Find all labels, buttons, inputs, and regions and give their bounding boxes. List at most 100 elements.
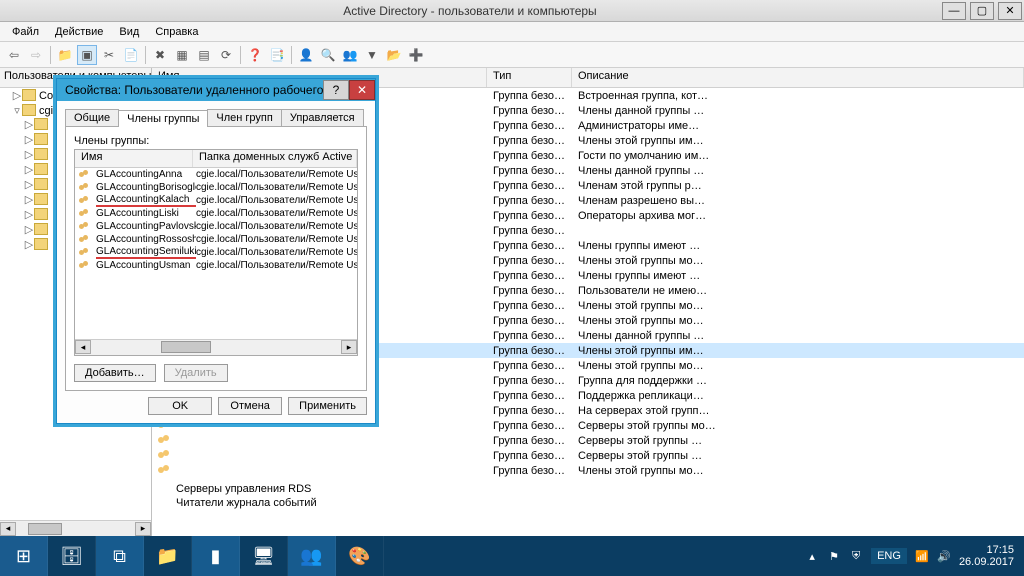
- member-row[interactable]: GLAccountingRossoshcgie.local/Пользовате…: [75, 233, 357, 246]
- close-button[interactable]: ✕: [998, 2, 1022, 20]
- task-aduc[interactable]: 👥: [288, 536, 336, 576]
- group-icon: [158, 434, 172, 446]
- tray-shield-icon[interactable]: ⛨: [849, 549, 863, 563]
- expand-icon[interactable]: ▷: [12, 89, 22, 102]
- scroll-left-icon[interactable]: ◂: [75, 340, 91, 354]
- member-row[interactable]: GLAccountingAnnacgie.local/Пользователи/…: [75, 168, 357, 181]
- expand-icon[interactable]: ▷: [24, 148, 34, 161]
- user-icon[interactable]: 👤: [296, 45, 316, 65]
- task-paint[interactable]: 🎨: [336, 536, 384, 576]
- expand-icon[interactable]: ▷: [24, 118, 34, 131]
- col-type[interactable]: Тип: [487, 68, 572, 87]
- maximize-button[interactable]: ▢: [970, 2, 994, 20]
- expand-icon[interactable]: ▷: [24, 223, 34, 236]
- find-button[interactable]: 🔍: [318, 45, 338, 65]
- forward-button[interactable]: ⇨: [26, 45, 46, 65]
- member-row[interactable]: GLAccountingLiskicgie.local/Пользователи…: [75, 207, 357, 220]
- table-row[interactable]: Группа безоп…Члены этой группы мо…: [152, 463, 1024, 478]
- dialog-close-button[interactable]: ✕: [349, 80, 375, 100]
- cut-button[interactable]: ✂: [99, 45, 119, 65]
- menu-file[interactable]: Файл: [4, 23, 47, 41]
- new-ou-button[interactable]: 📂: [384, 45, 404, 65]
- minimize-button[interactable]: —: [942, 2, 966, 20]
- folder-icon: [34, 118, 48, 130]
- export-button[interactable]: 📑: [267, 45, 287, 65]
- grid2-button[interactable]: ▤: [194, 45, 214, 65]
- col-desc[interactable]: Описание: [572, 68, 1024, 87]
- members-scrollbar[interactable]: ◂ ▸: [75, 339, 357, 355]
- table-row[interactable]: Группа безоп…Серверы этой группы …: [152, 448, 1024, 463]
- task-rdp[interactable]: 🖥: [240, 536, 288, 576]
- tree-scrollbar[interactable]: ◂ ▸: [0, 520, 151, 536]
- collapse-icon[interactable]: ▿: [12, 104, 22, 117]
- member-col-folder[interactable]: Папка доменных служб Active Directory: [193, 150, 357, 167]
- filter-button[interactable]: ▼: [362, 45, 382, 65]
- group-icon: [79, 208, 93, 220]
- dialog-titlebar[interactable]: Свойства: Пользователи удаленного рабоче…: [57, 79, 375, 101]
- taskbar-clock[interactable]: 17:15 26.09.2017: [959, 544, 1014, 568]
- tab-general[interactable]: Общие: [65, 109, 119, 126]
- expand-icon[interactable]: ▷: [24, 163, 34, 176]
- menu-help[interactable]: Справка: [147, 23, 206, 41]
- scroll-left-icon[interactable]: ◂: [0, 522, 16, 536]
- tray-flag-icon[interactable]: ⚑: [827, 549, 841, 563]
- expand-icon[interactable]: ▷: [24, 178, 34, 191]
- member-row[interactable]: GLAccountingSemilukicgie.local/Пользоват…: [75, 246, 357, 259]
- ok-button[interactable]: OK: [148, 397, 212, 415]
- scroll-thumb[interactable]: [161, 341, 211, 353]
- add-user-button[interactable]: ➕: [406, 45, 426, 65]
- task-explorer[interactable]: 📁: [144, 536, 192, 576]
- help-button[interactable]: ❓: [245, 45, 265, 65]
- tab-member-of[interactable]: Член групп: [207, 109, 281, 126]
- scroll-right-icon[interactable]: ▸: [135, 522, 151, 536]
- folder-icon: [34, 238, 48, 250]
- member-row[interactable]: GLAccountingPavlovskcgie.local/Пользоват…: [75, 220, 357, 233]
- delete-button[interactable]: ✖: [150, 45, 170, 65]
- expand-icon[interactable]: ▷: [24, 238, 34, 251]
- tab-members[interactable]: Члены группы: [118, 110, 208, 127]
- folder-icon: [34, 148, 48, 160]
- folder-icon: [34, 133, 48, 145]
- task-server-manager[interactable]: 🗄: [48, 536, 96, 576]
- tree-domain[interactable]: cgi: [39, 105, 53, 117]
- member-row[interactable]: GLAccountingUsmancgie.local/Пользователи…: [75, 259, 357, 272]
- language-indicator[interactable]: ENG: [871, 548, 907, 564]
- expand-icon[interactable]: ▷: [24, 193, 34, 206]
- member-col-name[interactable]: Имя: [75, 150, 193, 167]
- members-list[interactable]: Имя Папка доменных служб Active Director…: [74, 149, 358, 356]
- taskbar: ⊞ 🗄 ⧉ 📁 ▮ 🖥 👥 🎨 ▴ ⚑ ⛨ ENG 📶 🔊 17:15 26.0…: [0, 536, 1024, 576]
- list-item[interactable]: Читатели журнала событий: [152, 496, 1024, 510]
- tray-volume-icon[interactable]: 🔊: [937, 549, 951, 563]
- new-group-button[interactable]: 👥: [340, 45, 360, 65]
- expand-icon[interactable]: ▷: [24, 208, 34, 221]
- up-button[interactable]: 📁: [55, 45, 75, 65]
- tree-root[interactable]: Со: [39, 90, 53, 102]
- cancel-button[interactable]: Отмена: [218, 397, 282, 415]
- tab-managed-by[interactable]: Управляется: [281, 109, 364, 126]
- expand-icon[interactable]: ▷: [24, 133, 34, 146]
- group-icon: [79, 182, 93, 194]
- task-cmd[interactable]: ▮: [192, 536, 240, 576]
- refresh-button[interactable]: ⟳: [216, 45, 236, 65]
- dialog-help-button[interactable]: ?: [323, 80, 349, 100]
- remove-button[interactable]: Удалить: [164, 364, 228, 382]
- apply-button[interactable]: Применить: [288, 397, 367, 415]
- back-button[interactable]: ⇦: [4, 45, 24, 65]
- tray-network-icon[interactable]: 📶: [915, 549, 929, 563]
- dialog-tabs: Общие Члены группы Член групп Управляетс…: [65, 109, 367, 126]
- menu-view[interactable]: Вид: [111, 23, 147, 41]
- grid1-button[interactable]: ▦: [172, 45, 192, 65]
- properties-button[interactable]: 📄: [121, 45, 141, 65]
- tray-chevron-icon[interactable]: ▴: [805, 549, 819, 563]
- scroll-right-icon[interactable]: ▸: [341, 340, 357, 354]
- show-hide-tree-button[interactable]: ▣: [77, 45, 97, 65]
- member-row[interactable]: GLAccountingBorisoglebskcgie.local/Польз…: [75, 181, 357, 194]
- scroll-thumb[interactable]: [28, 523, 62, 535]
- member-row[interactable]: GLAccountingKalachcgie.local/Пользовател…: [75, 194, 357, 207]
- table-row[interactable]: Группа безоп…Серверы этой группы …: [152, 433, 1024, 448]
- add-button[interactable]: Добавить…: [74, 364, 156, 382]
- list-item[interactable]: Серверы управления RDS: [152, 482, 1024, 496]
- menu-action[interactable]: Действие: [47, 23, 111, 41]
- task-powershell[interactable]: ⧉: [96, 536, 144, 576]
- start-button[interactable]: ⊞: [0, 536, 48, 576]
